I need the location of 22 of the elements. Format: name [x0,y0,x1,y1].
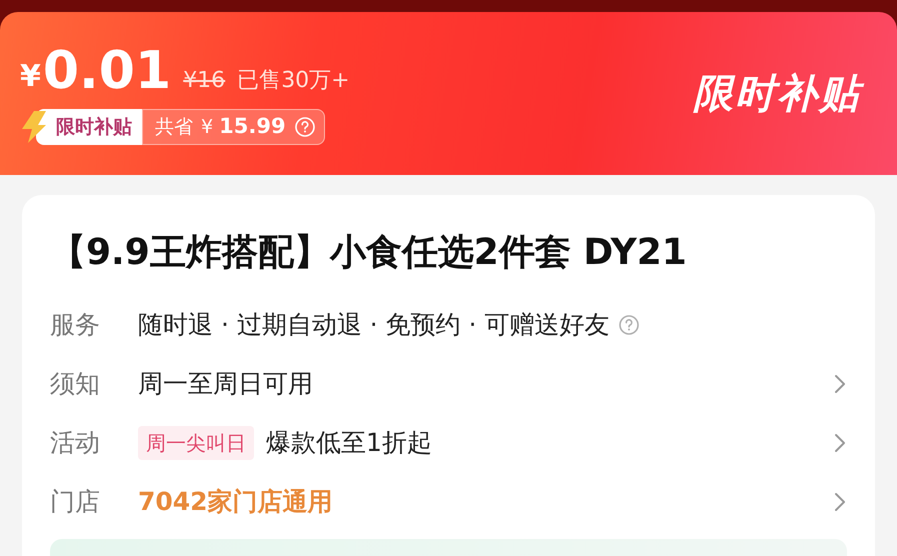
savings-amount: ¥ 15.99 [201,113,286,140]
promo-text: 爆款低至1折起 [266,426,432,459]
row-label: 服务 [50,308,101,341]
sold-count: 已售30万+ [237,67,350,95]
product-title: 【9.9王炸搭配】小食任选2件套 DY21 [50,231,688,275]
row-label: 门店 [50,486,101,518]
subsidy-tag: 限时补贴 [36,109,142,145]
original-price: ¥16 [183,67,226,95]
services-text: 随时退 · 过期自动退 · 免预约 · 可赠送好友 [138,308,610,341]
savings-label: 共省 [155,114,193,140]
lightning-icon [20,109,48,145]
notice-text: 周一至周日可用 [138,368,313,398]
promo-tag: 周一尖叫日 [138,426,254,460]
currency-symbol: ¥ [20,58,41,96]
chevron-right-icon[interactable] [833,432,847,454]
store-link[interactable]: 7042家门店通用 [138,486,333,516]
help-icon[interactable] [618,314,640,336]
row-label: 须知 [50,368,101,400]
price-text: 0.01 [42,43,172,99]
row-label: 活动 [50,426,101,459]
chevron-right-icon[interactable] [833,490,847,512]
chevron-right-icon[interactable] [833,372,847,394]
